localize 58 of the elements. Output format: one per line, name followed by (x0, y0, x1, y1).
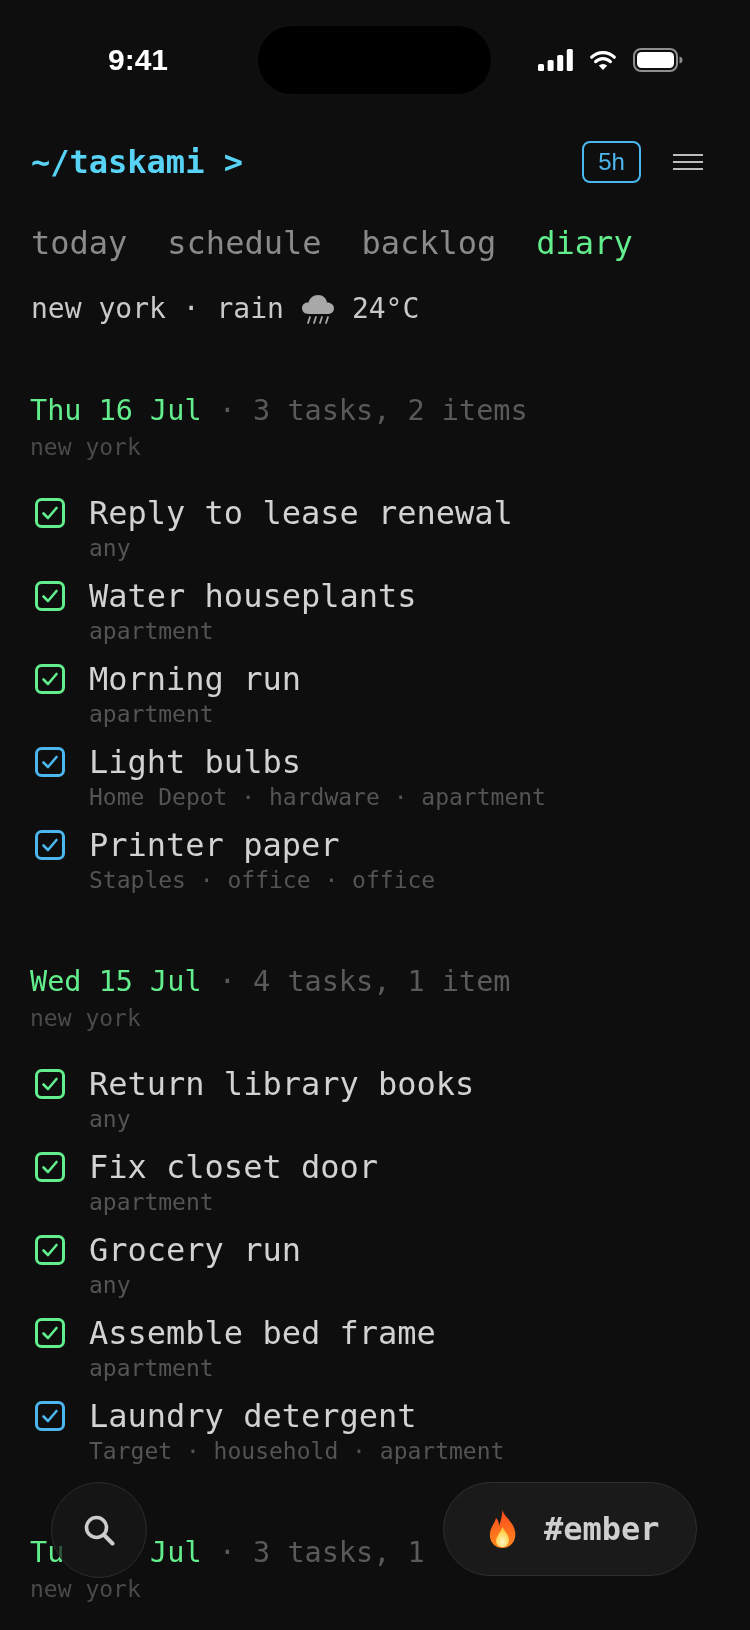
task-title: Printer paper (89, 829, 340, 861)
task-meta: apartment (89, 1356, 214, 1380)
task-meta: any (89, 1107, 131, 1131)
task-meta: any (89, 536, 131, 560)
checkbox[interactable] (35, 830, 65, 860)
task-title: Water houseplants (89, 580, 417, 612)
task-title: Reply to lease renewal (89, 497, 513, 529)
task-meta: Home Depot · hardware · apartment (89, 785, 546, 809)
tab[interactable]: schedule (167, 227, 322, 259)
rain-cloud-icon (300, 293, 335, 325)
task-title: Assemble bed frame (89, 1317, 436, 1349)
checkbox[interactable] (35, 1152, 65, 1182)
task-meta: apartment (89, 702, 214, 726)
checkbox[interactable] (35, 498, 65, 528)
checkbox[interactable] (35, 1069, 65, 1099)
tab[interactable]: backlog (361, 227, 497, 259)
menu-icon (673, 154, 703, 170)
section-summary: · 3 tasks, 2 items (218, 396, 528, 426)
section-date: Wed 15 Jul (30, 967, 202, 997)
section-location: new york (30, 1006, 141, 1030)
temperature-text: 24°C (351, 295, 420, 323)
section-summary: · 4 tasks, 1 item (218, 967, 511, 997)
task-title: Grocery run (89, 1234, 301, 1266)
task-title: Return library books (89, 1068, 475, 1100)
search-icon (83, 1514, 115, 1546)
checkbox[interactable] (35, 581, 65, 611)
task-meta: apartment (89, 619, 214, 643)
task-title: Laundry detergent (89, 1400, 417, 1432)
wifi-icon (589, 49, 617, 71)
section-location: new york (30, 435, 141, 459)
checkbox[interactable] (35, 1401, 65, 1431)
section-summary: · 3 tasks, 1 (218, 1538, 425, 1568)
section-date: Jul (150, 1538, 202, 1568)
task-meta: Staples · office · office (89, 868, 436, 892)
checkbox[interactable] (35, 747, 65, 777)
tab[interactable]: today (31, 227, 128, 259)
checkbox[interactable] (35, 1318, 65, 1348)
app-title: ~/taskami > (31, 146, 243, 178)
status-time: 9:41 (107, 45, 168, 75)
task-meta: any (89, 1273, 131, 1297)
section-date: Thu 16 Jul (30, 396, 202, 426)
section-date: Tu (30, 1538, 65, 1568)
section-location: new york (30, 1577, 141, 1601)
tab[interactable]: diary (536, 227, 633, 259)
task-title: Light bulbs (89, 746, 301, 778)
battery-icon (633, 48, 683, 72)
checkbox[interactable] (35, 1235, 65, 1265)
flame-icon (487, 1509, 518, 1549)
weather-text: new york · rain (31, 295, 284, 323)
signal-icon (538, 49, 573, 71)
duration-button[interactable]: 5h (582, 141, 641, 183)
tag-button[interactable]: #ember (443, 1482, 697, 1576)
task-meta: apartment (89, 1190, 214, 1214)
checkbox[interactable] (35, 664, 65, 694)
task-meta: Target · household · apartment (89, 1439, 505, 1463)
task-title: Morning run (89, 663, 301, 695)
menu-button[interactable] (673, 154, 703, 170)
task-title: Fix closet door (89, 1151, 378, 1183)
